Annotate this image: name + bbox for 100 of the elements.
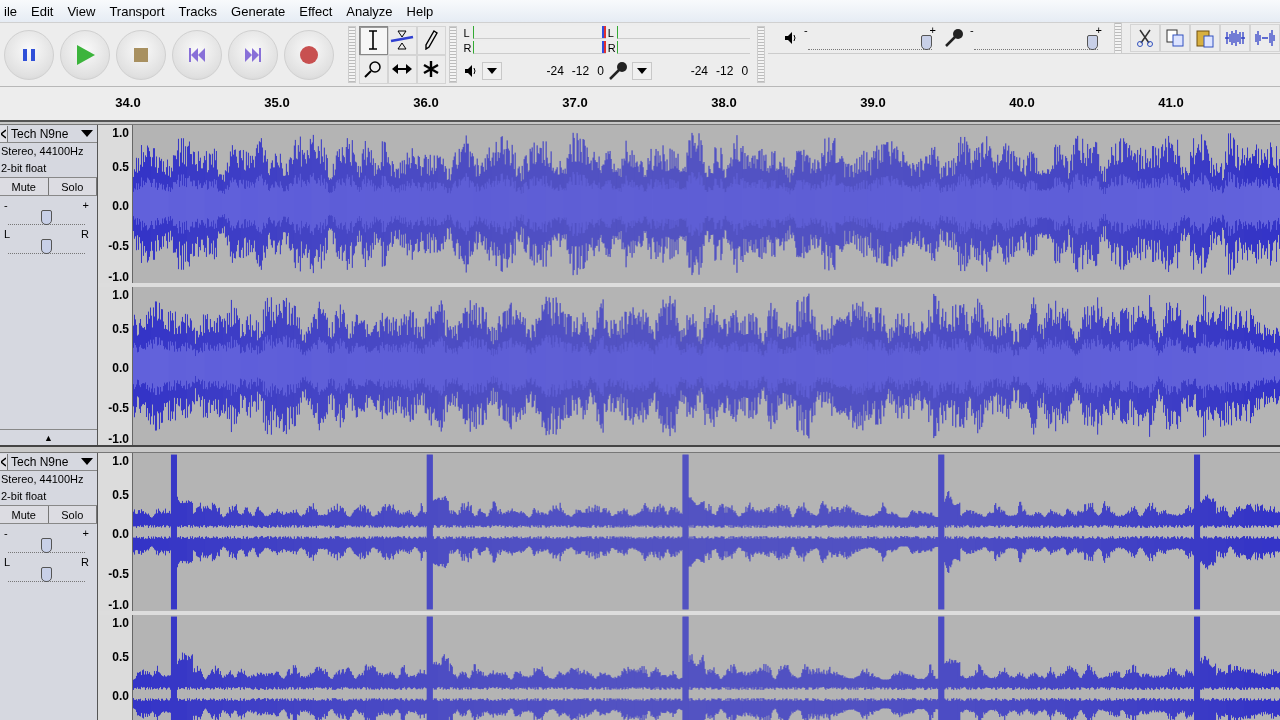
envelope-tool-button[interactable] bbox=[387, 25, 417, 55]
waveform-trim-icon bbox=[1224, 28, 1246, 48]
record-button[interactable] bbox=[284, 29, 334, 80]
mute-button[interactable]: Mute bbox=[0, 178, 49, 195]
zoom-tool-button[interactable] bbox=[358, 54, 388, 84]
time-label: 35.0 bbox=[264, 95, 290, 110]
track-name-menu[interactable]: Tech N9ne bbox=[9, 126, 71, 141]
track-info: Stereo, 44100Hz bbox=[0, 472, 85, 487]
amplitude-label: -1.0 bbox=[108, 599, 129, 611]
plus-label: + bbox=[1095, 26, 1102, 35]
speaker-icon bbox=[463, 64, 478, 78]
menu-item[interactable]: Edit bbox=[24, 3, 61, 19]
menu-item[interactable]: Transport bbox=[102, 3, 172, 19]
time-label: 41.0 bbox=[1158, 95, 1184, 110]
minus-label: - bbox=[4, 201, 8, 210]
copy-icon bbox=[1165, 28, 1185, 48]
silence-button[interactable] bbox=[1250, 24, 1280, 52]
close-track-button[interactable] bbox=[0, 125, 8, 142]
slider-thumb[interactable] bbox=[921, 35, 932, 50]
minus-label: - bbox=[804, 26, 808, 35]
gain-slider[interactable] bbox=[8, 210, 85, 225]
asterisk-icon bbox=[422, 60, 441, 78]
microphone-icon bbox=[607, 61, 628, 81]
caret-icon bbox=[81, 130, 93, 137]
toolbar-grip[interactable] bbox=[347, 26, 356, 83]
meter-menu-button[interactable] bbox=[481, 62, 502, 80]
menu-item[interactable]: View bbox=[60, 3, 103, 19]
toolbar-grip[interactable] bbox=[448, 26, 457, 83]
mute-button[interactable]: Mute bbox=[0, 506, 49, 523]
cut-button[interactable] bbox=[1130, 24, 1160, 52]
meter-scale-label: -24 bbox=[690, 64, 709, 78]
time-label: 39.0 bbox=[860, 95, 886, 110]
record-icon bbox=[299, 44, 319, 65]
menu-item[interactable]: Effect bbox=[292, 3, 340, 19]
waveform[interactable] bbox=[133, 453, 1280, 611]
timeline-ruler[interactable]: 34.0 35.0 36.0 37.0 38.0 39.0 40.0 41.0 bbox=[0, 87, 1280, 122]
amplitude-label: -0.5 bbox=[108, 239, 129, 252]
close-track-button[interactable] bbox=[0, 453, 8, 470]
paste-button[interactable] bbox=[1190, 24, 1220, 52]
left-label: L bbox=[4, 558, 11, 567]
caret-icon bbox=[486, 68, 497, 74]
gain-slider[interactable] bbox=[8, 538, 85, 553]
skip-start-icon bbox=[188, 46, 206, 63]
slider-thumb[interactable] bbox=[41, 567, 52, 582]
skip-end-button[interactable] bbox=[228, 29, 278, 80]
pencil-icon bbox=[424, 30, 439, 50]
toolbar-grip[interactable] bbox=[757, 26, 765, 83]
amplitude-label: 0.5 bbox=[112, 160, 129, 173]
right-label: R bbox=[81, 558, 89, 567]
toolbar-grip[interactable] bbox=[1114, 22, 1122, 54]
slider-thumb[interactable] bbox=[41, 210, 52, 225]
stop-icon bbox=[133, 46, 149, 63]
slider-thumb[interactable] bbox=[41, 538, 52, 553]
amplitude-label: 1.0 bbox=[112, 127, 129, 139]
pan-slider[interactable] bbox=[8, 239, 85, 254]
solo-button[interactable]: Solo bbox=[48, 178, 97, 195]
menu-item[interactable]: Generate bbox=[224, 3, 293, 19]
selection-tool-button[interactable] bbox=[358, 25, 388, 55]
pan-slider[interactable] bbox=[8, 567, 85, 582]
pause-button[interactable] bbox=[4, 29, 54, 80]
double-arrow-icon bbox=[392, 63, 413, 75]
minus-label: - bbox=[4, 529, 8, 538]
output-volume-slider[interactable] bbox=[808, 35, 932, 50]
time-label: 34.0 bbox=[115, 95, 141, 110]
channel-label: L bbox=[607, 26, 615, 39]
amplitude-label: -0.5 bbox=[108, 401, 129, 414]
meter-menu-button[interactable] bbox=[631, 62, 652, 80]
amplitude-label: 0.0 bbox=[112, 528, 129, 541]
solo-button[interactable]: Solo bbox=[48, 506, 97, 523]
input-volume-slider[interactable] bbox=[974, 35, 1098, 50]
draw-tool-button[interactable] bbox=[416, 25, 446, 55]
meter-scale-label: -24 bbox=[546, 64, 564, 78]
skip-end-icon bbox=[244, 46, 262, 63]
menu-item[interactable]: ile bbox=[0, 3, 24, 19]
slider-thumb[interactable] bbox=[1087, 35, 1098, 50]
menu-item[interactable]: Help bbox=[399, 3, 441, 19]
magnifier-icon bbox=[364, 60, 383, 78]
menu-item[interactable]: Analyze bbox=[339, 3, 400, 19]
waveform-silence-icon bbox=[1254, 28, 1276, 48]
skip-start-button[interactable] bbox=[172, 29, 222, 80]
right-label: R bbox=[81, 230, 89, 239]
waveform[interactable] bbox=[133, 287, 1280, 445]
amplitude-label: 0.5 bbox=[112, 322, 129, 335]
peak-marker bbox=[601, 26, 606, 38]
slider-thumb[interactable] bbox=[41, 239, 52, 254]
amplitude-label: -0.5 bbox=[108, 567, 129, 580]
left-label: L bbox=[4, 230, 11, 239]
menu-item[interactable]: Tracks bbox=[171, 3, 225, 19]
channel-label: L bbox=[463, 26, 471, 39]
stop-button[interactable] bbox=[116, 29, 166, 80]
waveform[interactable] bbox=[133, 125, 1280, 283]
minus-label: - bbox=[970, 26, 974, 35]
trim-button[interactable] bbox=[1220, 24, 1250, 52]
peak-marker bbox=[601, 41, 606, 53]
time-label: 37.0 bbox=[562, 95, 588, 110]
meter-scale-label: -12 bbox=[716, 64, 734, 78]
track-name-menu[interactable]: Tech N9ne bbox=[9, 454, 71, 469]
close-icon bbox=[1, 128, 6, 139]
scissors-icon bbox=[1135, 28, 1155, 48]
amplitude-label: 1.0 bbox=[112, 617, 129, 629]
